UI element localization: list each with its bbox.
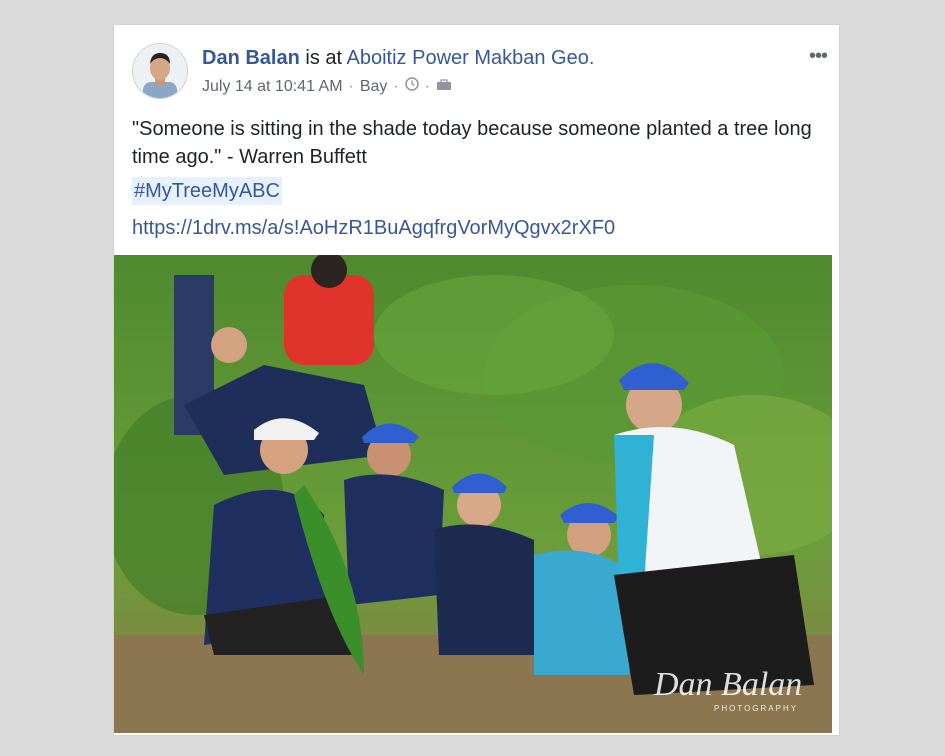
more-icon: ••• xyxy=(808,45,828,67)
external-link[interactable]: https://1drv.ms/a/s!AoHzR1BuAgqfrgVorMyQ… xyxy=(132,214,615,242)
post-timestamp[interactable]: July 14 at 10:41 AM xyxy=(202,78,343,96)
post-quote-text: "Someone is sitting in the shade today b… xyxy=(132,118,812,168)
post-card: Dan Balan is at Aboitiz Power Makban Geo… xyxy=(113,24,840,736)
more-options-button[interactable]: ••• xyxy=(808,45,828,68)
separator-dot: · xyxy=(393,77,399,95)
post-header: Dan Balan is at Aboitiz Power Makban Geo… xyxy=(202,47,594,70)
post-photo[interactable]: Dan Balan PHOTOGRAPHY xyxy=(114,255,832,733)
post-meta: July 14 at 10:41 AM · Bay · · xyxy=(202,77,452,96)
separator-dot: · xyxy=(348,77,354,95)
author-avatar-image xyxy=(133,44,187,98)
author-name-link[interactable]: Dan Balan xyxy=(202,47,300,69)
tree-planting-photo: Dan Balan PHOTOGRAPHY xyxy=(114,255,832,733)
post-location[interactable]: Bay xyxy=(360,78,388,96)
separator-dot: · xyxy=(424,77,431,95)
watermark-subtext: PHOTOGRAPHY xyxy=(714,704,798,713)
hashtag-link[interactable]: #MyTreeMyABC xyxy=(132,177,282,205)
author-avatar[interactable] xyxy=(132,43,188,99)
place-link[interactable]: Aboitiz Power Makban Geo. xyxy=(347,47,595,69)
watermark-text: Dan Balan xyxy=(653,666,802,703)
privacy-icon[interactable] xyxy=(436,78,452,96)
is-at-text: is at xyxy=(305,47,343,69)
clock-icon xyxy=(405,77,419,96)
